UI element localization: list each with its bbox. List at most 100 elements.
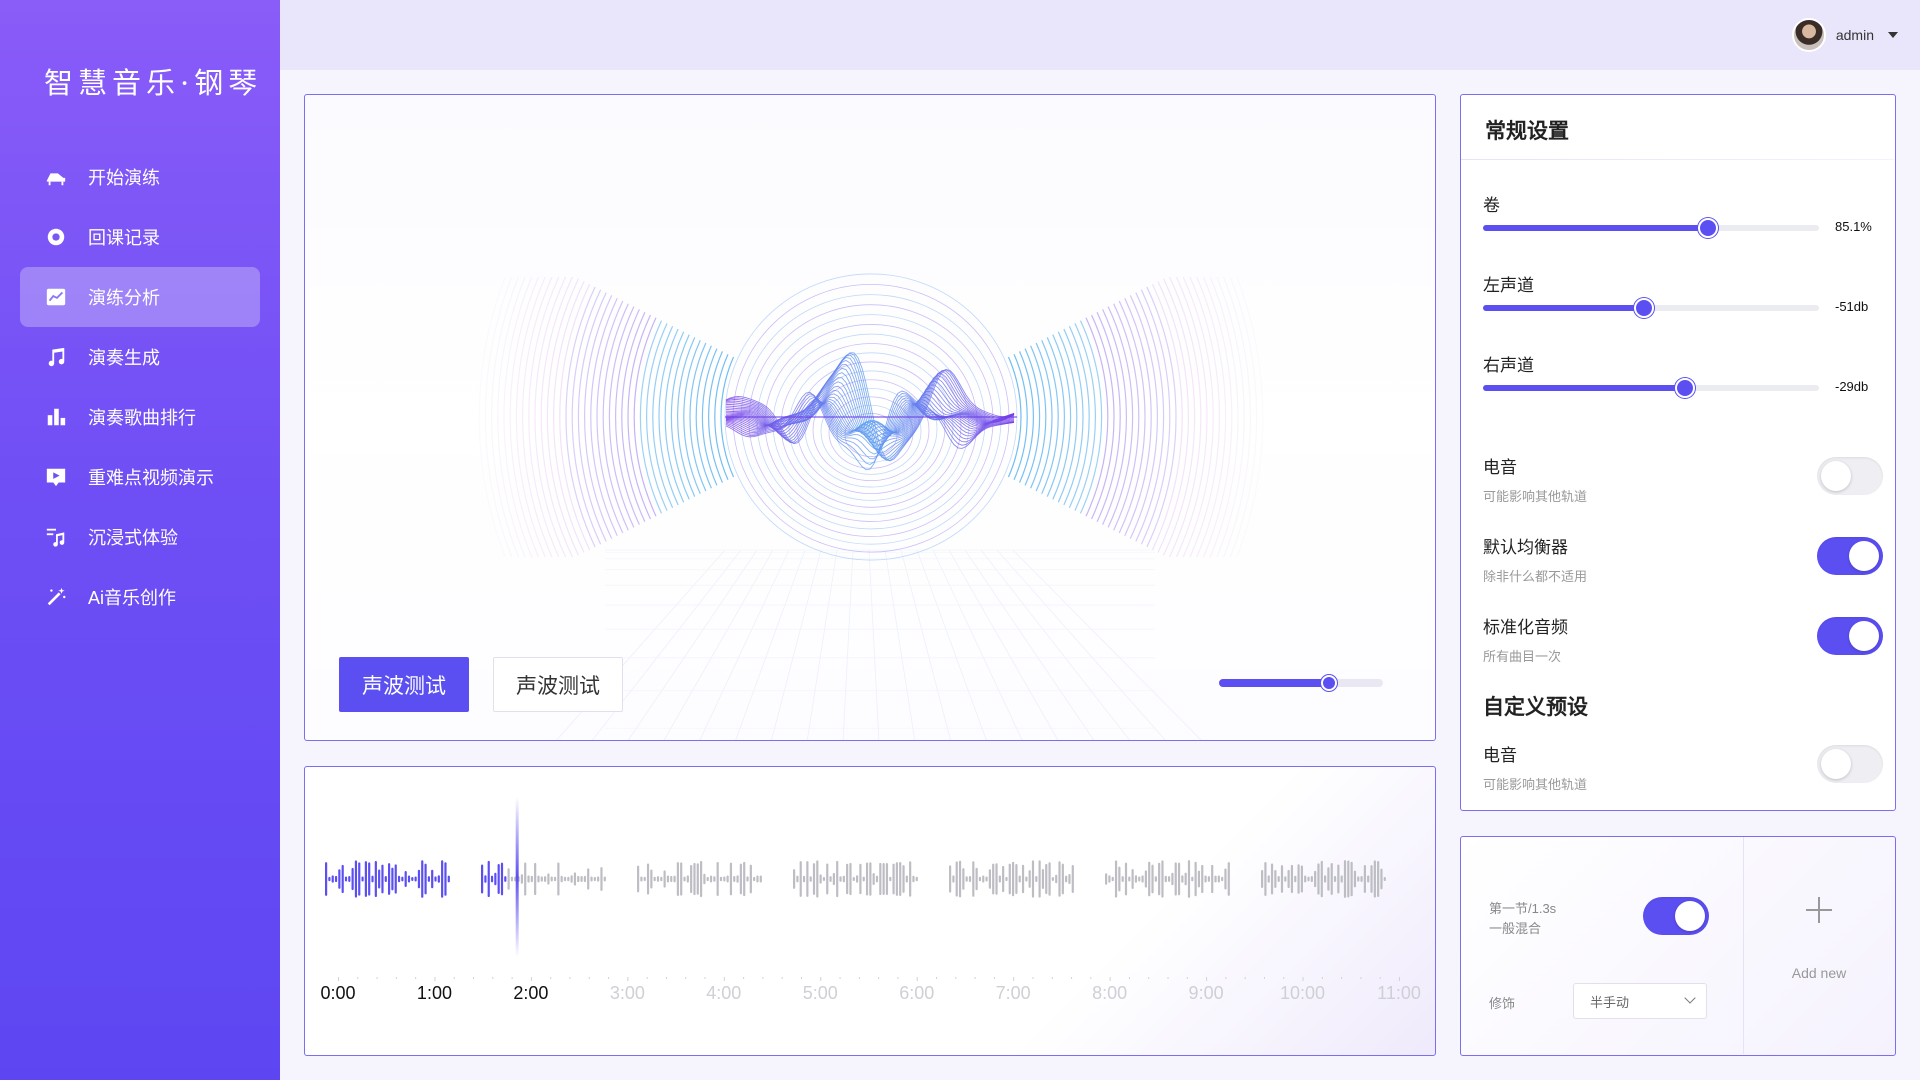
right-channel-slider[interactable] <box>1483 378 1819 398</box>
waveform-bar <box>411 876 414 882</box>
waveform-bar <box>829 876 832 882</box>
ripple-arc <box>583 295 613 539</box>
sidebar-item-practice-analysis[interactable]: 演练分析 <box>20 267 260 327</box>
visualizer-slider[interactable] <box>1219 675 1383 691</box>
waveform-bar <box>481 864 484 894</box>
waveform-bar <box>388 863 391 895</box>
sidebar-item-label: 演练分析 <box>88 288 160 308</box>
waveform-bar <box>1261 870 1264 888</box>
electronic-toggle-row: 电音 可能影响其他轨道 <box>1483 453 1883 504</box>
waveform-bar <box>447 875 450 883</box>
sound-wave-visualization <box>478 273 1264 740</box>
waveform-bar <box>985 876 988 882</box>
sidebar-item-lesson-records[interactable]: 回课记录 <box>20 207 260 267</box>
electronic-toggle[interactable] <box>1817 457 1883 495</box>
playhead[interactable] <box>515 797 519 957</box>
waveform-bar <box>759 875 762 883</box>
waveform-bar <box>384 876 387 882</box>
waveform-bar <box>600 867 603 891</box>
waveform-bar <box>1327 867 1330 891</box>
left-channel-slider-knob[interactable] <box>1634 298 1655 318</box>
waveform-bar <box>995 863 998 895</box>
sidebar-item-ai-creation[interactable]: Ai音乐创作 <box>20 567 260 627</box>
waveform-bar <box>1184 872 1187 886</box>
waveform-bar <box>1317 863 1320 895</box>
volume-slider[interactable] <box>1483 218 1819 238</box>
timeline-tick <box>492 977 494 979</box>
waveform-bar <box>846 863 849 895</box>
waveform-bar <box>958 860 962 898</box>
sidebar-item-label: 开始演练 <box>88 168 160 188</box>
volume-slider-knob[interactable] <box>1698 218 1719 238</box>
visualizer-slider-knob[interactable] <box>1320 675 1337 691</box>
waveform-bar <box>729 862 733 896</box>
waveform-bar <box>368 862 371 896</box>
timeline-tick <box>878 977 880 979</box>
toggle-knob <box>1821 461 1851 491</box>
right-channel-slider-knob[interactable] <box>1674 378 1695 398</box>
waveform-bar <box>401 876 404 882</box>
waveform-bar <box>1065 875 1068 883</box>
audio-waveform[interactable] <box>305 767 1437 1057</box>
timeline-labels: 0:00 1:00 2:00 3:00 4:00 5:00 6:00 7:00 8:00 9:00… <box>305 983 1437 1007</box>
waveform-bar <box>796 875 799 883</box>
time-label: 11:00 <box>1377 983 1421 1003</box>
waveform-bar <box>1131 868 1134 890</box>
sidebar-item-video-demo[interactable]: 重难点视频演示 <box>20 447 260 507</box>
ripple-arc <box>484 276 513 558</box>
timeline-tick <box>530 977 532 981</box>
sidebar-item-immersive[interactable]: 沉浸式体验 <box>20 507 260 567</box>
waveform-bar <box>809 876 812 882</box>
timeline-tick <box>974 977 976 979</box>
waveform-bar <box>637 865 640 893</box>
waveform-bar <box>394 864 397 894</box>
decoration-select[interactable]: 半手动 <box>1573 983 1707 1019</box>
waveform-bar <box>743 861 746 897</box>
waveform-bar <box>968 876 972 882</box>
floor-grid-line <box>884 549 916 740</box>
sidebar-item-song-ranking[interactable]: 演奏歌曲排行 <box>20 387 260 447</box>
add-new-button[interactable]: Add new <box>1744 837 1894 1054</box>
waveform-bar <box>1347 860 1350 898</box>
sound-test-primary-button[interactable]: 声波测试 <box>339 657 469 712</box>
waveform-bar <box>1380 868 1383 890</box>
decoration-label: 修饰 <box>1489 996 1516 1011</box>
waveform-bar <box>1105 873 1108 885</box>
sidebar-item-start-practice[interactable]: 开始演练 <box>20 147 260 207</box>
timeline-tick <box>395 977 397 979</box>
waveform-bar <box>849 862 852 896</box>
waveform-bar <box>1383 876 1386 882</box>
waveform-bar <box>802 875 806 883</box>
default-equalizer-toggle[interactable] <box>1817 537 1883 575</box>
mix-toggle[interactable] <box>1643 897 1709 935</box>
timeline-tick <box>357 977 359 979</box>
waveform-bar <box>510 876 514 882</box>
waveform-bar <box>364 861 367 897</box>
waveform-bar <box>812 863 816 895</box>
timeline-tick <box>338 977 339 981</box>
waveform-bar <box>1134 875 1138 883</box>
timeline-tick <box>1128 977 1130 979</box>
waveform-bar <box>530 875 533 883</box>
waveform-bar <box>1217 875 1220 883</box>
user-menu[interactable]: admin <box>1791 18 1898 52</box>
music-note-icon <box>44 345 68 369</box>
waveform-bar <box>975 867 978 891</box>
waveform-bar <box>427 876 430 882</box>
sound-test-secondary-button[interactable]: 声波测试 <box>493 657 623 712</box>
waveform-bar <box>1114 860 1118 898</box>
normalize-audio-toggle[interactable] <box>1817 617 1883 655</box>
waveform-bar <box>992 863 995 895</box>
waveform-bar <box>799 861 802 897</box>
left-channel-slider[interactable] <box>1483 298 1819 318</box>
sound-visualizer-panel: 声波测试 声波测试 <box>304 94 1436 741</box>
waveform-bar <box>374 860 377 898</box>
custom-electronic-toggle[interactable] <box>1817 745 1883 783</box>
right-channel-slider-row: 右声道 -29db <box>1483 351 1883 398</box>
waveform-bar <box>527 875 530 883</box>
sidebar-item-performance-generation[interactable]: 演奏生成 <box>20 327 260 387</box>
waveform-bar <box>859 863 862 895</box>
waveform-bar <box>872 873 875 885</box>
waveform-bar <box>1333 876 1337 882</box>
timeline-tick <box>1186 977 1188 979</box>
